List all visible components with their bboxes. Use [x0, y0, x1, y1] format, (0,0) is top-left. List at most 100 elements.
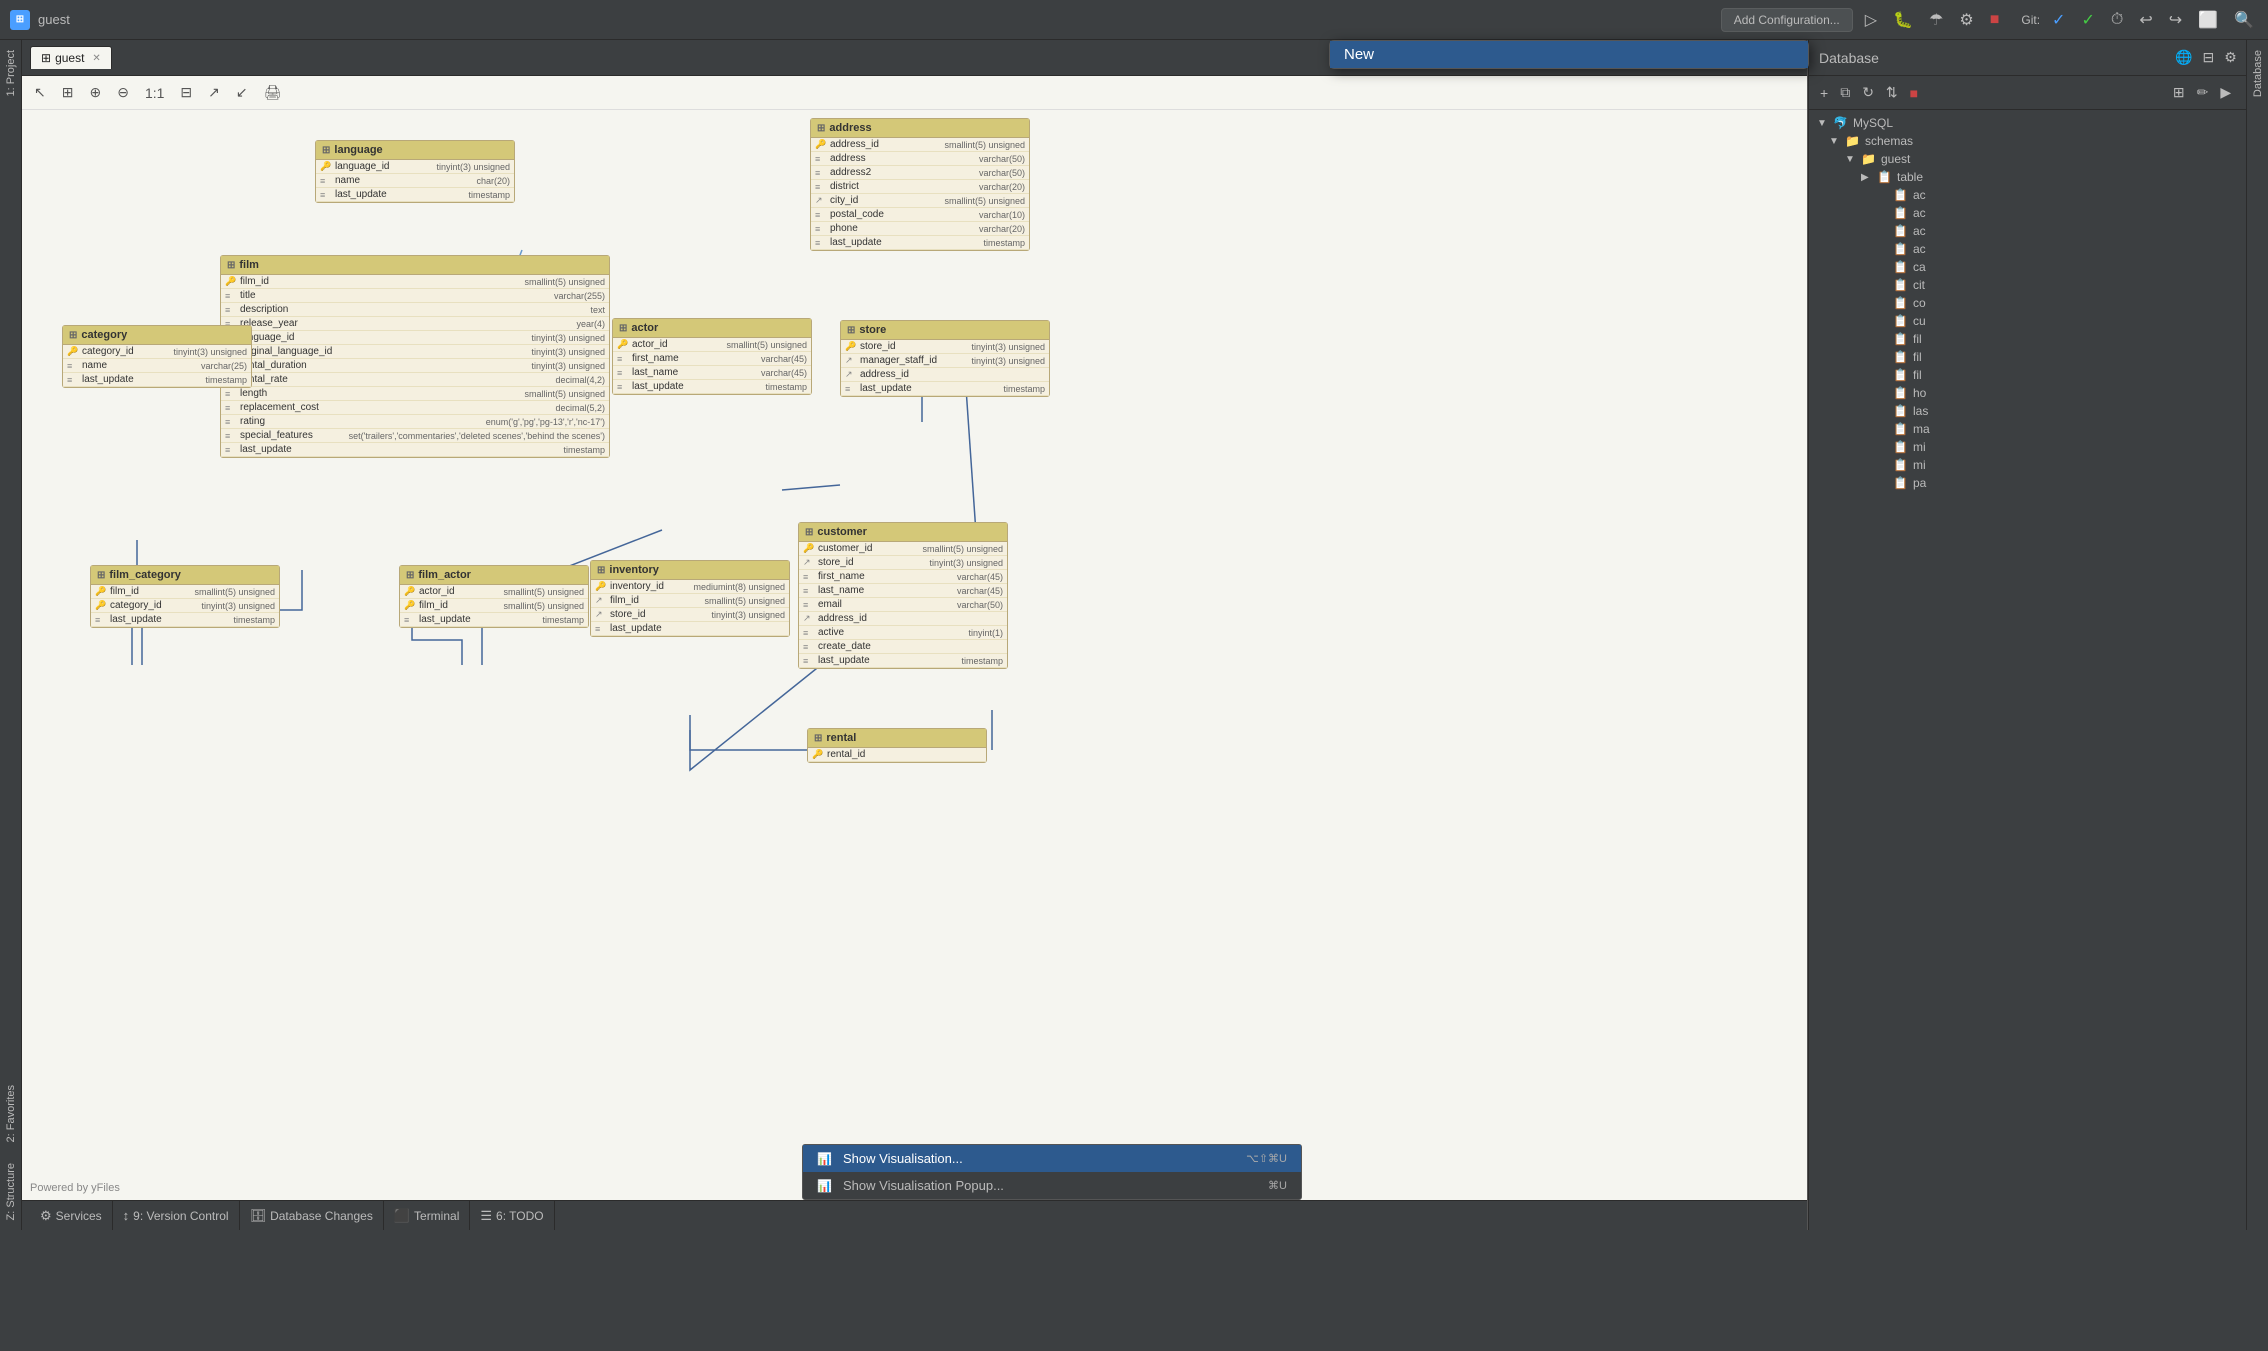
structure-tab[interactable]: Z: Structure	[0, 1153, 21, 1230]
todo-button[interactable]: ☰ 6: TODO	[470, 1201, 554, 1230]
tree-table-mi1[interactable]: 📋mi	[1809, 438, 2268, 456]
table-row: ↗city_idsmallint(5) unsigned	[811, 194, 1029, 208]
show-visualisation-popup-button[interactable]: 📊 Show Visualisation Popup... ⌘U	[803, 1172, 1301, 1199]
terminal-button[interactable]: ⬛ Terminal	[384, 1201, 471, 1230]
debug-button[interactable]: 🐛	[1889, 6, 1917, 34]
table-film-header: ⊞ film	[221, 256, 609, 275]
tree-tables[interactable]: ▶ 📋 table	[1809, 168, 2268, 186]
table-row: 🔑language_idtinyint(3) unsigned	[316, 160, 514, 174]
remove-tool[interactable]: ⊖	[111, 80, 135, 105]
db-refresh-button[interactable]: ↻	[1857, 81, 1879, 104]
database-changes-button[interactable]: 🗄 Database Changes	[240, 1201, 384, 1230]
services-button[interactable]: ⚙ Services	[30, 1201, 113, 1230]
print-tool[interactable]: 🖨	[258, 80, 288, 105]
todo-icon: ☰	[480, 1208, 492, 1224]
tree-table-ac3[interactable]: 📋ac	[1809, 222, 2268, 240]
git-check-button[interactable]: ✓	[2048, 6, 2069, 34]
table-row: ≡postal_codevarchar(10)	[811, 208, 1029, 222]
table-inventory[interactable]: ⊞ inventory 🔑inventory_idmediumint(8) un…	[590, 560, 790, 637]
git-redo-button[interactable]: ↪	[2165, 6, 2186, 34]
table-row: ↗store_idtinyint(3) unsigned	[799, 556, 1007, 570]
table-customer[interactable]: ⊞ customer 🔑customer_idsmallint(5) unsig…	[798, 522, 1008, 669]
table-row: ≡first_namevarchar(45)	[613, 352, 811, 366]
pointer-tool[interactable]: ↖	[28, 80, 52, 105]
db-stop-button[interactable]: ■	[1905, 82, 1923, 104]
grid-tool[interactable]: ⊞	[56, 80, 80, 105]
tree-table-cu[interactable]: 📋cu	[1809, 312, 2268, 330]
git-undo-button[interactable]: ↩	[2135, 6, 2156, 34]
tree-table-ca[interactable]: 📋ca	[1809, 258, 2268, 276]
db-copy-button[interactable]: ⧉	[1835, 81, 1855, 104]
version-control-button[interactable]: ↕ 9: Version Control	[113, 1201, 240, 1230]
guest-tab[interactable]: ⊞ guest ✕	[30, 46, 112, 69]
guest-tab-close[interactable]: ✕	[92, 53, 100, 64]
expand-button[interactable]: ⬜	[2194, 6, 2222, 34]
table-row: ≡rental_durationtinyint(3) unsigned	[221, 359, 609, 373]
tree-table-fil3[interactable]: 📋fil	[1809, 366, 2268, 384]
add-tool[interactable]: ⊕	[83, 80, 107, 105]
table-row: ≡last_updatetimestamp	[613, 380, 811, 394]
tree-table-ac1[interactable]: 📋ac	[1809, 186, 2268, 204]
fit-tool[interactable]: ⊟	[174, 80, 198, 105]
table-language[interactable]: ⊞ language 🔑language_idtinyint(3) unsign…	[315, 140, 515, 203]
table-address[interactable]: ⊞ address 🔑address_idsmallint(5) unsigne…	[810, 118, 1030, 251]
git-checkmark-button[interactable]: ✓	[2077, 6, 2098, 34]
table-category[interactable]: ⊞ category 🔑category_idtinyint(3) unsign…	[62, 325, 252, 388]
db-settings-button[interactable]: ⚙	[2221, 46, 2240, 69]
table-actor[interactable]: ⊞ actor 🔑actor_idsmallint(5) unsigned ≡f…	[612, 318, 812, 395]
add-configuration-button[interactable]: Add Configuration...	[1721, 8, 1853, 32]
table-address-header: ⊞ address	[811, 119, 1029, 138]
tree-table-fil1[interactable]: 📋fil	[1809, 330, 2268, 348]
tree-table-co[interactable]: 📋co	[1809, 294, 2268, 312]
right-database-tab[interactable]: Database	[2246, 40, 2268, 1230]
tree-schemas[interactable]: ▼ 📁 schemas 2	[1809, 132, 2268, 150]
collapse-tool[interactable]: ↙	[230, 80, 254, 105]
table-row: ≡last_updatetimestamp	[799, 654, 1007, 668]
database-changes-label: Database Changes	[270, 1209, 373, 1223]
table-row: ≡special_featuresset('trailers','comment…	[221, 429, 609, 443]
tree-table-las[interactable]: 📋las	[1809, 402, 2268, 420]
show-visualisation-button[interactable]: 📊 Show Visualisation... ⌥⇧⌘U	[803, 1145, 1301, 1172]
tree-mysql[interactable]: ▼ 🐬 MySQL 2	[1809, 114, 2268, 132]
one-to-one-tool[interactable]: 1:1	[139, 81, 170, 105]
db-sync-button[interactable]: ⇅	[1881, 81, 1903, 104]
tree-table-mi2[interactable]: 📋mi	[1809, 456, 2268, 474]
table-row: ≡first_namevarchar(45)	[799, 570, 1007, 584]
stop-button[interactable]: ■	[1986, 7, 2004, 33]
db-console-button[interactable]: ▶	[2215, 81, 2236, 104]
table-film-category[interactable]: ⊞ film_category 🔑film_idsmallint(5) unsi…	[90, 565, 280, 628]
coverage-button[interactable]: ☂	[1925, 6, 1947, 34]
project-tab[interactable]: 1: Project	[0, 40, 21, 106]
db-edit-button[interactable]: ✏	[2192, 81, 2214, 104]
favorites-tab[interactable]: 2: Favorites	[0, 1075, 21, 1152]
database-tab-label[interactable]: Database	[2248, 40, 2268, 107]
table-row: ≡last_updatetimestamp	[63, 373, 251, 387]
db-table-view-button[interactable]: ⊞	[2168, 81, 2190, 104]
tree-table-fil2[interactable]: 📋fil	[1809, 348, 2268, 366]
tree-table-ma[interactable]: 📋ma	[1809, 420, 2268, 438]
db-globe-button[interactable]: 🌐	[2172, 46, 2195, 69]
run-button[interactable]: ▷	[1861, 6, 1881, 34]
search-everywhere-button[interactable]: 🔍	[2230, 6, 2258, 34]
tree-table-pa[interactable]: 📋pa	[1809, 474, 2268, 492]
tree-guest[interactable]: ▼ 📁 guest	[1809, 150, 2268, 168]
tree-table-cit[interactable]: 📋cit	[1809, 276, 2268, 294]
table-category-header: ⊞ category	[63, 326, 251, 345]
profile-button[interactable]: ⚙	[1955, 6, 1977, 34]
new-submenu-new-item[interactable]: New	[1330, 41, 1808, 68]
table-film-actor[interactable]: ⊞ film_actor 🔑actor_idsmallint(5) unsign…	[399, 565, 589, 628]
tree-table-ac4[interactable]: 📋ac	[1809, 240, 2268, 258]
table-film[interactable]: ⊞ film 🔑film_idsmallint(5) unsigned ≡tit…	[220, 255, 610, 458]
table-store[interactable]: ⊞ store 🔑store_idtinyint(3) unsigned ↗ma…	[840, 320, 1050, 397]
tree-table-ho[interactable]: 📋ho	[1809, 384, 2268, 402]
table-row: ≡districtvarchar(20)	[811, 180, 1029, 194]
table-row: 🔑category_idtinyint(3) unsigned	[91, 599, 279, 613]
git-history-button[interactable]: ⏱	[2107, 7, 2127, 33]
db-add-button[interactable]: +	[1815, 82, 1833, 104]
expand-tool[interactable]: ↗	[202, 80, 226, 105]
table-rental[interactable]: ⊞ rental 🔑rental_id	[807, 728, 987, 763]
table-rental-header: ⊞ rental	[808, 729, 986, 748]
new-submenu: New	[1329, 40, 1809, 69]
db-split-button[interactable]: ⊟	[2200, 46, 2218, 69]
tree-table-ac2[interactable]: 📋ac	[1809, 204, 2268, 222]
